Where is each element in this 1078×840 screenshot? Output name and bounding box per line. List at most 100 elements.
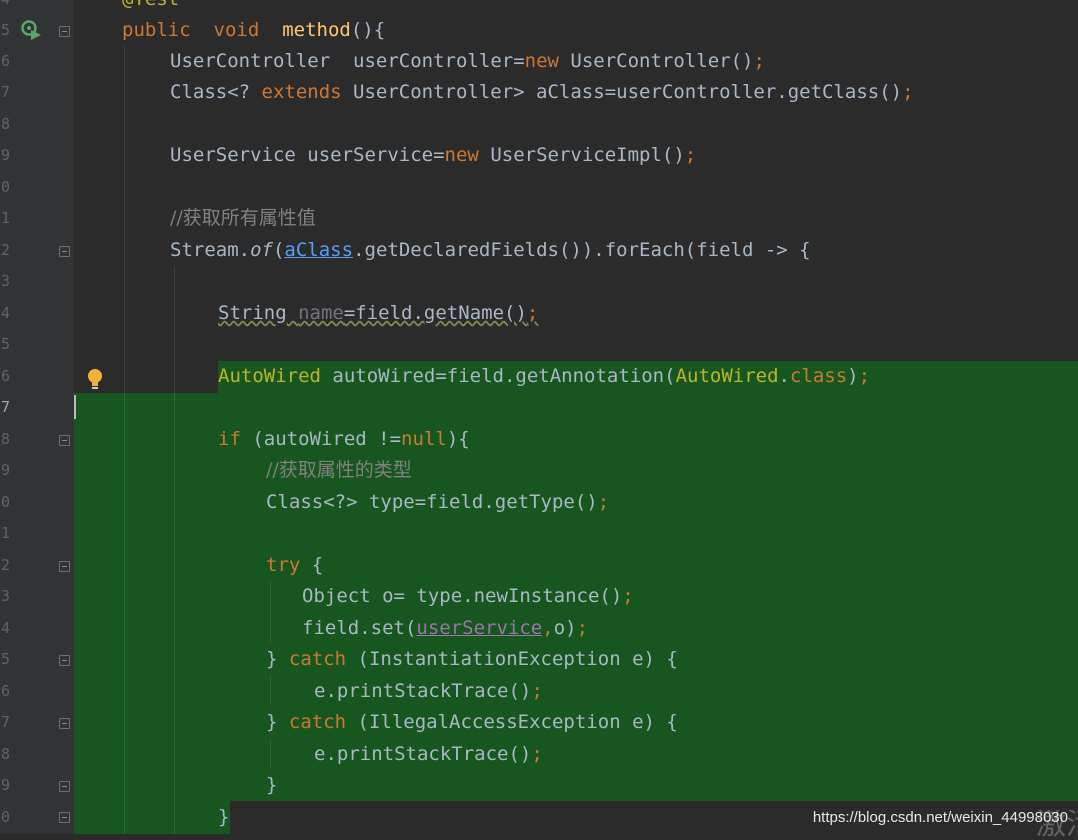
code-text: Stream. [170,239,251,261]
code-area[interactable]: @Test public void method(){ UserControll… [74,0,1078,834]
fold-marker-icon[interactable] [59,718,70,729]
indent-guide [124,393,125,834]
line-number: 1 [0,209,10,227]
semicolon: ; [531,743,543,765]
code-line[interactable]: } [266,770,277,801]
keyword: try [266,554,301,576]
code-text: } [266,648,289,670]
fold-marker-icon[interactable] [59,561,70,572]
code-line[interactable]: field.set(userService,o); [302,613,588,644]
code-line[interactable]: public void method(){ [122,15,385,46]
fold-marker-icon[interactable] [59,781,70,792]
line-number: 3 [0,587,10,605]
code-line[interactable]: Stream.of(aClass.getDeclaredFields()).fo… [170,235,811,266]
text-caret [74,395,76,419]
code-text: } [266,774,278,796]
code-text: UserService userService= [170,144,445,166]
line-number: 6 [0,682,10,700]
code-line[interactable]: //获取所有属性值 [170,203,316,234]
editor-gutter [0,0,74,834]
code-line[interactable]: e.printStackTrace(); [314,739,543,770]
code-text: UserServiceImpl() [490,144,685,166]
code-text: (){ [350,19,386,41]
semicolon: ; [622,585,634,607]
fold-marker-icon[interactable] [59,812,70,823]
code-text: Object o= type.newInstance() [302,585,623,607]
code-text: UserController> aClass=userController.ge… [341,81,903,103]
semicolon: ; [753,50,765,72]
keyword: catch [288,711,347,733]
code-line[interactable]: try { [266,550,323,581]
keyword: public [122,19,191,41]
semicolon: ; [597,491,610,513]
code-text: .getDeclaredFields()).forEach(field -> { [353,239,811,261]
lightbulb-icon[interactable] [86,368,104,390]
code-text: ){ [446,428,470,450]
line-number: 4 [0,619,10,637]
code-line[interactable]: Object o= type.newInstance(); [302,581,634,612]
keyword: class [789,365,848,387]
code-line[interactable]: //获取属性的类型 [266,455,412,486]
line-number: 9 [0,146,10,164]
line-number: 9 [0,461,10,479]
code-text: Class<?> type=field.getType() [266,491,598,513]
line-number: 4 [0,304,10,322]
code-text: { [300,554,324,576]
fold-marker-icon[interactable] [59,655,70,666]
indent-guide [174,393,175,834]
annotation-token: @Test [122,0,179,10]
code-text: userController= [353,50,525,72]
type-token: String [218,302,287,324]
code-line[interactable]: } catch (IllegalAccessException e) { [266,707,678,738]
line-number: 1 [0,524,10,542]
fold-marker-icon[interactable] [59,435,70,446]
semicolon: ; [526,302,539,324]
line-number: 3 [0,272,10,290]
code-line[interactable]: } [218,802,229,833]
keyword: new [444,144,479,166]
keyword: void [213,19,260,41]
code-line[interactable]: UserService userService=new UserServiceI… [170,140,696,171]
code-line[interactable]: Class<? extends UserController> aClass=u… [170,77,914,108]
keyword: catch [288,648,347,670]
code-line[interactable]: @Test [122,0,179,15]
type-token: Class<? [170,81,262,103]
code-text: ( [272,239,285,261]
code-text: (autoWired != [240,428,402,450]
code-text: autoWired=field.getAnnotation( [320,365,676,387]
code-text: (IllegalAccessException e) { [346,711,678,733]
code-line[interactable]: e.printStackTrace(); [314,676,543,707]
line-number: 6 [0,52,10,70]
code-text: } [266,711,289,733]
line-number: 5 [0,21,10,39]
fold-marker-icon[interactable] [59,246,70,257]
run-test-icon[interactable] [20,19,42,41]
type-token: AutoWired [675,365,779,387]
code-line[interactable]: } catch (InstantiationException e) { [266,644,678,675]
variable-link[interactable]: aClass [284,239,353,261]
code-text: ) [847,365,859,387]
indent-guide [270,676,271,704]
code-line[interactable]: UserController userController=new UserCo… [170,46,765,77]
code-text: } [218,806,230,828]
semicolon: ; [531,680,543,702]
code-line[interactable]: AutoWired autoWired=field.getAnnotation(… [218,361,870,392]
comment: //获取所有属性值 [170,207,316,229]
code-text: e.printStackTrace() [314,743,532,765]
code-text: e.printStackTrace() [314,680,532,702]
comma: , [542,617,554,639]
unused-variable: name [298,302,344,324]
indent-guide [124,46,125,394]
code-line[interactable]: if (autoWired !=null){ [218,424,470,455]
selection-highlight [74,801,230,834]
code-text: UserController() [570,50,754,72]
line-number: 6 [0,367,10,385]
comment: //获取属性的类型 [266,459,412,481]
line-number: 5 [0,335,10,353]
indent-guide [174,266,175,394]
fold-marker-icon[interactable] [59,26,70,37]
code-line[interactable]: Class<?> type=field.getType(); [266,487,609,518]
keyword: if [218,428,241,450]
field-reference[interactable]: userService [416,617,542,639]
code-line[interactable]: String name=field.getName(); [218,298,538,329]
